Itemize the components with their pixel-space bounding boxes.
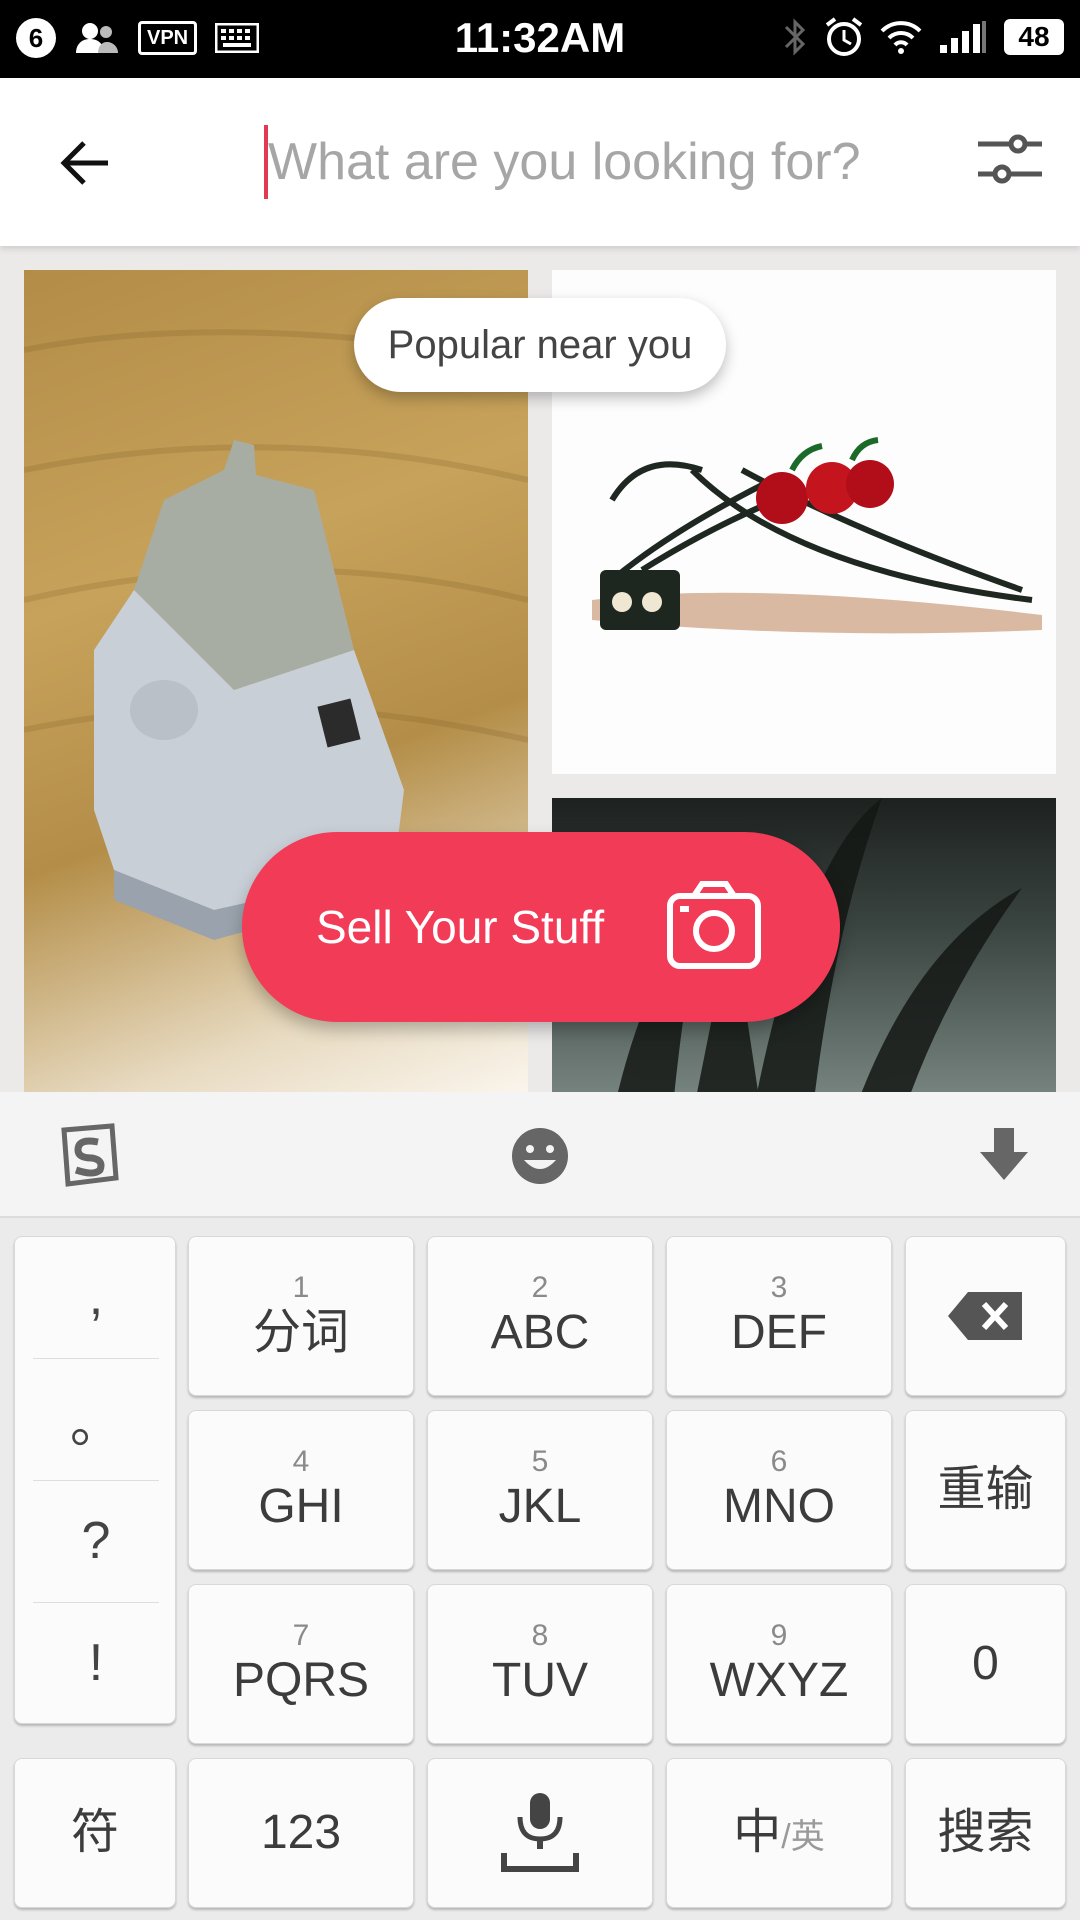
punct-question-key[interactable]: ? [15,1481,177,1601]
soft-keyboard: , 。 ? ! 1 分词 2 ABC 3 DEF 4 GHI 5 JKL 6 M… [0,1092,1080,1920]
key-7[interactable]: 7 PQRS [188,1584,414,1744]
status-right: 48 [782,16,1064,58]
sell-button-label: Sell Your Stuff [316,901,605,953]
filter-sliders-icon[interactable] [974,130,1046,190]
lang-main-label: 中 [733,1806,782,1859]
back-arrow-icon[interactable] [52,130,118,196]
search-input[interactable] [268,132,888,192]
key-number: 5 [531,1445,549,1478]
key-label: PQRS [232,1654,370,1707]
symbols-key[interactable]: 符 [14,1758,176,1908]
keyboard-toolbar [0,1092,1080,1218]
key-label: 分词 [252,1306,349,1359]
battery-indicator: 48 [1004,19,1064,55]
search-box[interactable] [264,124,904,200]
key-8[interactable]: 8 TUV [427,1584,653,1744]
key-label: 重输 [937,1463,1034,1516]
key-label: DEF [731,1306,827,1359]
search-key[interactable]: 搜索 [905,1758,1066,1908]
camera-icon [667,881,761,969]
key-label: WXYZ [709,1654,849,1707]
key-3[interactable]: 3 DEF [666,1236,892,1396]
key-label: ABC [490,1306,590,1359]
hide-keyboard-icon[interactable] [970,1122,1038,1190]
key-label: 0 [972,1637,999,1690]
punct-exclaim-key[interactable]: ! [15,1603,177,1723]
key-label: GHI [258,1480,344,1533]
backspace-icon [947,1292,1022,1340]
punctuation-column: , 。 ? ! [14,1236,176,1724]
key-0[interactable]: 0 [905,1584,1066,1744]
key-label: JKL [498,1480,582,1533]
numbers-key[interactable]: 123 [188,1758,414,1908]
key-number: 3 [770,1271,788,1304]
wifi-icon [880,21,922,54]
signal-icon [940,21,986,53]
language-switch-key[interactable]: 中 /英 [666,1758,892,1908]
key-number: 1 [292,1271,310,1304]
search-app-bar [0,78,1080,246]
key-4[interactable]: 4 GHI [188,1410,414,1570]
key-5[interactable]: 5 JKL [427,1410,653,1570]
key-label: MNO [723,1480,835,1533]
key-number: 8 [531,1619,549,1652]
key-number: 6 [770,1445,788,1478]
space-voice-key[interactable] [427,1758,653,1908]
key-number: 2 [531,1271,549,1304]
sell-your-stuff-button[interactable]: Sell Your Stuff [242,832,840,1022]
key-2[interactable]: 2 ABC [427,1236,653,1396]
alarm-icon [825,17,863,56]
lang-alt-label: /英 [781,1817,825,1856]
key-9[interactable]: 9 WXYZ [666,1584,892,1744]
key-label: 搜索 [937,1806,1034,1859]
microphone-icon [501,1793,579,1872]
popular-near-you-chip[interactable]: Popular near you [354,298,726,392]
punct-comma-key[interactable]: , [15,1237,177,1357]
status-bar: 6 VPN 11:32AM 48 [0,0,1080,78]
sogou-logo-icon[interactable] [54,1122,122,1190]
backspace-key[interactable] [905,1236,1066,1396]
key-1[interactable]: 1 分词 [188,1236,414,1396]
bluetooth-icon [784,18,806,56]
punct-period-key[interactable]: 。 [15,1359,177,1479]
key-label: 123 [260,1806,342,1859]
key-label: 符 [70,1806,119,1859]
key-number: 9 [770,1619,788,1652]
key-6[interactable]: 6 MNO [666,1410,892,1570]
emoji-icon[interactable] [506,1122,574,1190]
key-number: 7 [292,1619,310,1652]
reinput-key[interactable]: 重输 [905,1410,1066,1570]
key-label: TUV [492,1654,588,1707]
key-number: 4 [292,1445,310,1478]
